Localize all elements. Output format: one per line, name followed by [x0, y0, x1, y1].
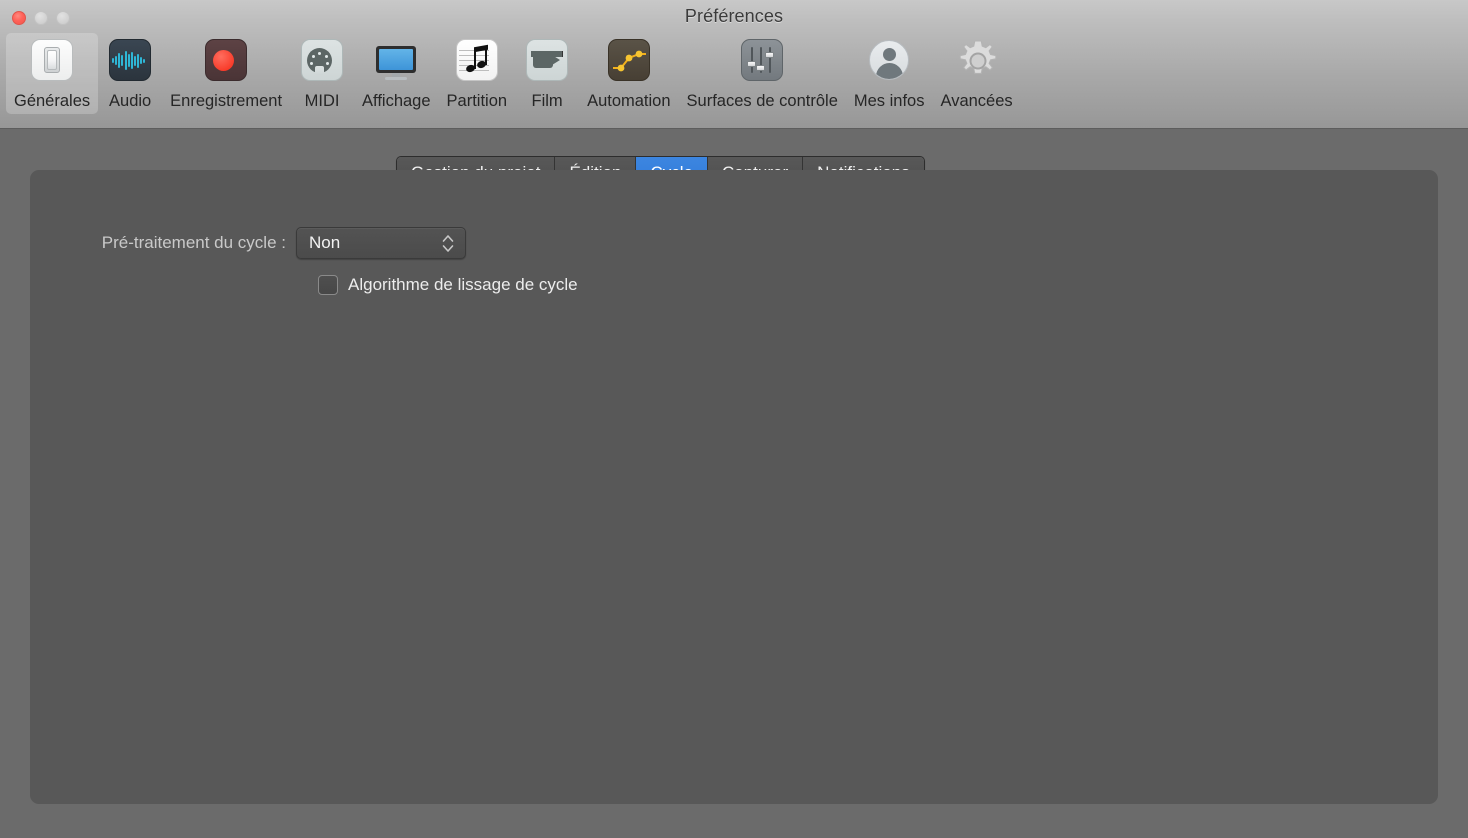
record-dot-icon [202, 39, 250, 87]
toolbar-item-generales[interactable]: Générales [6, 33, 99, 114]
toolbar-label-generales: Générales [14, 92, 91, 110]
window-titlebar: Préférences Générales Audio Enregistreme… [0, 0, 1468, 129]
smoothing-checkbox[interactable] [318, 275, 338, 295]
pretreatment-label: Pré-traitement du cycle : [101, 233, 286, 252]
fader-sliders-icon [738, 39, 786, 87]
toolbar-label-enregistrement: Enregistrement [170, 92, 283, 110]
toolbar-item-partition[interactable]: Partition [439, 33, 516, 114]
user-avatar-icon [865, 39, 913, 87]
display-monitor-icon [372, 39, 420, 87]
video-camera-icon [523, 39, 571, 87]
toolbar-item-mes-infos[interactable]: Mes infos [846, 33, 933, 114]
toolbar-item-avancees[interactable]: Avancées [932, 33, 1020, 114]
toolbar-label-avancees: Avancées [940, 92, 1013, 110]
waveform-icon [106, 39, 154, 87]
toolbar-item-film[interactable]: Film [515, 33, 579, 114]
pretreatment-value: Non [309, 233, 341, 252]
light-switch-icon [28, 39, 76, 87]
toolbar-label-audio: Audio [109, 92, 152, 110]
window-title: Préférences [684, 6, 784, 26]
cycle-settings-panel: Pré-traitement du cycle : Non Algorithme… [30, 170, 1438, 804]
up-down-chevron-icon [442, 233, 454, 254]
smoothing-label: Algorithme de lissage de cycle [348, 275, 578, 294]
toolbar-item-audio[interactable]: Audio [98, 33, 162, 114]
toolbar-item-enregistrement[interactable]: Enregistrement [162, 33, 290, 114]
preferences-toolbar: Générales Audio Enregistrement MIDI Affi… [6, 33, 1021, 114]
gear-icon [953, 39, 1001, 87]
preferences-window: Préférences Générales Audio Enregistreme… [0, 0, 1468, 838]
toolbar-item-affichage[interactable]: Affichage [354, 33, 439, 114]
pretreatment-popup-button[interactable]: Non [296, 227, 466, 259]
toolbar-label-midi: MIDI [304, 92, 340, 110]
midi-din-connector-icon [298, 39, 346, 87]
toolbar-label-affichage: Affichage [362, 92, 431, 110]
toolbar-item-surfaces-de-controle[interactable]: Surfaces de contrôle [679, 33, 846, 114]
automation-curve-icon [605, 39, 653, 87]
smoothing-row: Algorithme de lissage de cycle [318, 275, 578, 295]
toolbar-label-film: Film [531, 92, 563, 110]
toolbar-label-automation: Automation [587, 92, 671, 110]
pretreatment-row: Pré-traitement du cycle : Non [30, 227, 466, 259]
preferences-body: Gestion du projet Édition Cycle Capturer… [0, 129, 1468, 838]
music-score-icon [453, 39, 501, 87]
toolbar-label-surfaces-de-controle: Surfaces de contrôle [686, 92, 838, 110]
toolbar-label-mes-infos: Mes infos [853, 92, 925, 110]
toolbar-item-midi[interactable]: MIDI [290, 33, 354, 114]
toolbar-item-automation[interactable]: Automation [579, 33, 678, 114]
toolbar-label-partition: Partition [446, 92, 508, 110]
